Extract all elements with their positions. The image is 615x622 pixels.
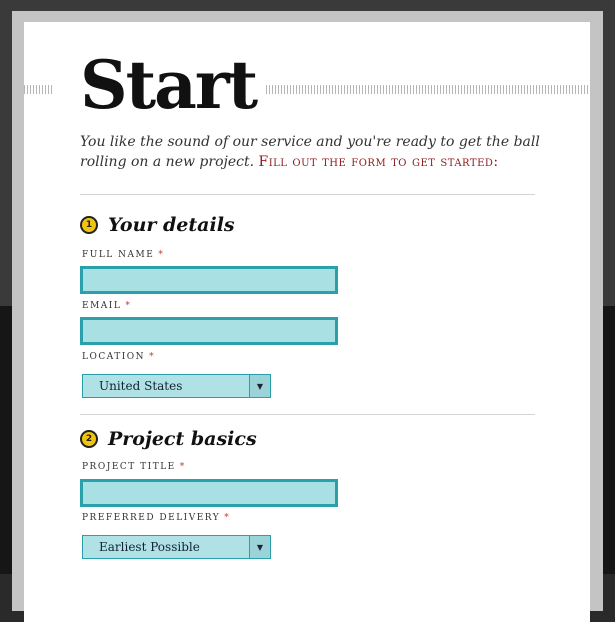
divider — [80, 414, 535, 415]
intro-cta: Fill out the form to get started: — [258, 154, 499, 170]
required-mark: * — [224, 513, 231, 523]
section-your-details: 1 Your details — [80, 212, 235, 238]
chevron-down-icon[interactable]: ▼ — [249, 536, 270, 558]
email-label: EMAIL * — [82, 301, 131, 311]
required-mark: * — [158, 250, 165, 260]
required-mark: * — [125, 301, 132, 311]
preferred-delivery-label-text: PREFERRED DELIVERY — [82, 513, 221, 523]
required-mark: * — [179, 462, 186, 472]
title-dashes-left — [24, 85, 54, 94]
step-number-icon: 1 — [80, 216, 98, 234]
preferred-delivery-selected-value: Earliest Possible — [99, 540, 200, 554]
email-input[interactable] — [80, 317, 338, 345]
location-select[interactable]: United States ▼ — [82, 374, 271, 398]
project-title-label: PROJECT TITLE * — [82, 462, 186, 472]
chevron-down-icon[interactable]: ▼ — [249, 375, 270, 397]
required-mark: * — [149, 352, 156, 362]
preferred-delivery-label: PREFERRED DELIVERY * — [82, 513, 230, 523]
section-project-basics: 2 Project basics — [80, 426, 257, 452]
full-name-input[interactable] — [80, 266, 338, 294]
step-number-icon: 2 — [80, 430, 98, 448]
section-title: Project basics — [108, 428, 257, 450]
project-title-input[interactable] — [80, 479, 338, 507]
location-label-text: LOCATION — [82, 352, 146, 362]
project-title-label-text: PROJECT TITLE — [82, 462, 176, 472]
full-name-label: FULL NAME * — [82, 250, 164, 260]
full-name-label-text: FULL NAME — [82, 250, 155, 260]
page-title: Start — [80, 46, 258, 124]
title-dashes-right — [266, 85, 590, 94]
email-label-text: EMAIL — [82, 301, 122, 311]
location-label: LOCATION * — [82, 352, 155, 362]
divider — [80, 194, 535, 195]
intro-text: You like the sound of our service and yo… — [80, 132, 540, 172]
preferred-delivery-select[interactable]: Earliest Possible ▼ — [82, 535, 271, 559]
location-selected-value: United States — [99, 379, 183, 393]
section-title: Your details — [108, 214, 235, 236]
